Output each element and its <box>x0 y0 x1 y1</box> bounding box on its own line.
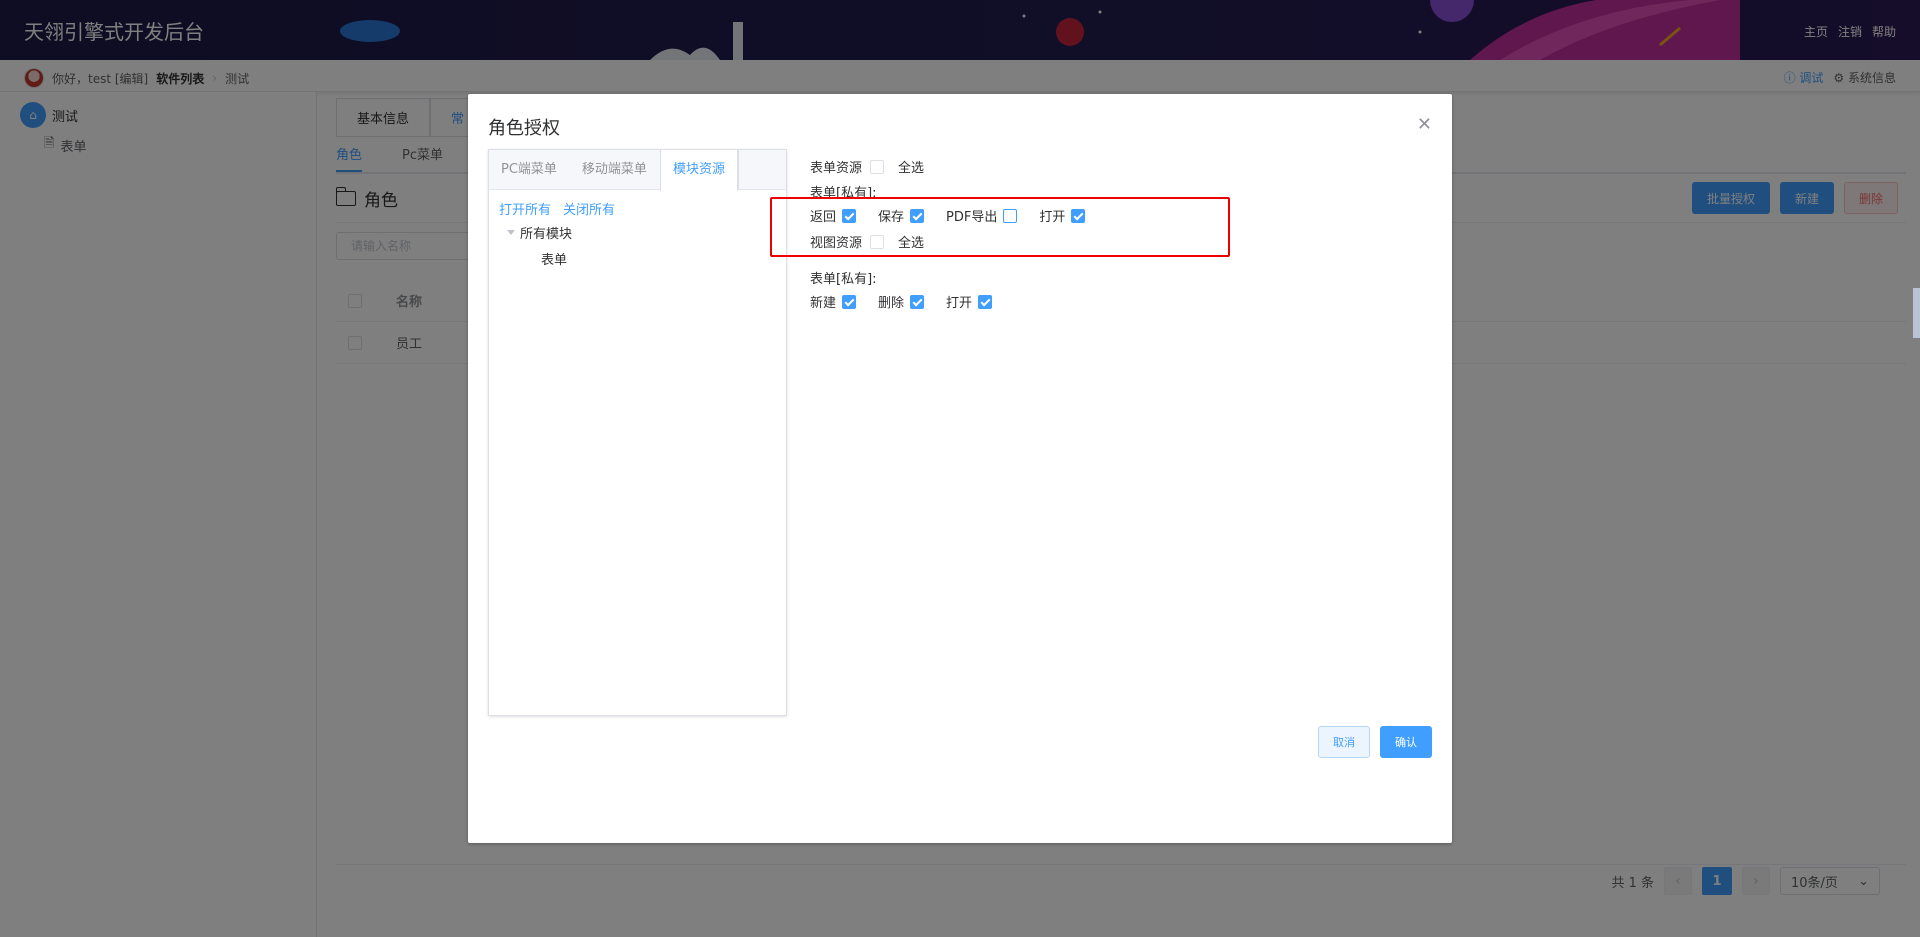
tab-pc-menu[interactable]: PC端菜单 <box>489 150 570 189</box>
form-resource-label: 表单资源 <box>810 161 863 176</box>
cancel-button[interactable]: 取消 <box>1318 726 1370 758</box>
perm-open[interactable]: 打开 <box>946 292 998 311</box>
tree-node-label: 所有模块 <box>520 227 573 242</box>
form-resource-row: 表单资源 全选 <box>810 157 924 176</box>
perm-new[interactable]: 新建 <box>810 292 862 311</box>
tab-module-resource[interactable]: 模块资源 <box>659 150 738 191</box>
scrollbar-handle[interactable] <box>1913 288 1920 338</box>
dialog-tabs: PC端菜单 移动端菜单 模块资源 <box>489 150 786 191</box>
perm-label: 删除 <box>878 296 905 311</box>
form-resource-select-all-checkbox[interactable] <box>870 159 885 174</box>
tree-controls: 打开所有 关闭所有 <box>499 199 615 218</box>
perm-delete[interactable]: 删除 <box>878 292 930 311</box>
dialog-title: 角色授权 <box>488 118 560 139</box>
dialog-footer: 取消 确认 <box>1318 726 1432 758</box>
highlight-annotation-box <box>770 197 1230 257</box>
group2-permissions: 新建 删除 打开 <box>810 292 1006 311</box>
tab-filler <box>737 150 768 189</box>
open-all-link[interactable]: 打开所有 <box>499 199 551 218</box>
perm-checkbox[interactable] <box>978 294 993 309</box>
perm-checkbox[interactable] <box>842 294 857 309</box>
perm-checkbox[interactable] <box>910 294 925 309</box>
tree-node-all-modules[interactable]: 所有模块 <box>507 223 572 242</box>
confirm-button[interactable]: 确认 <box>1380 726 1432 758</box>
tab-mobile-menu[interactable]: 移动端菜单 <box>570 150 660 189</box>
close-icon[interactable]: ✕ <box>1417 114 1432 135</box>
tree-node-form[interactable]: 表单 <box>541 249 567 268</box>
perm-label: 新建 <box>810 296 837 311</box>
select-all-label: 全选 <box>898 161 925 176</box>
close-all-link[interactable]: 关闭所有 <box>563 199 615 218</box>
resource-tree-panel: PC端菜单 移动端菜单 模块资源 打开所有 关闭所有 所有模块 表单 <box>488 149 787 716</box>
caret-down-icon[interactable] <box>507 230 515 235</box>
perm-label: 打开 <box>946 296 973 311</box>
group2-label: 表单[私有]: <box>810 272 877 287</box>
